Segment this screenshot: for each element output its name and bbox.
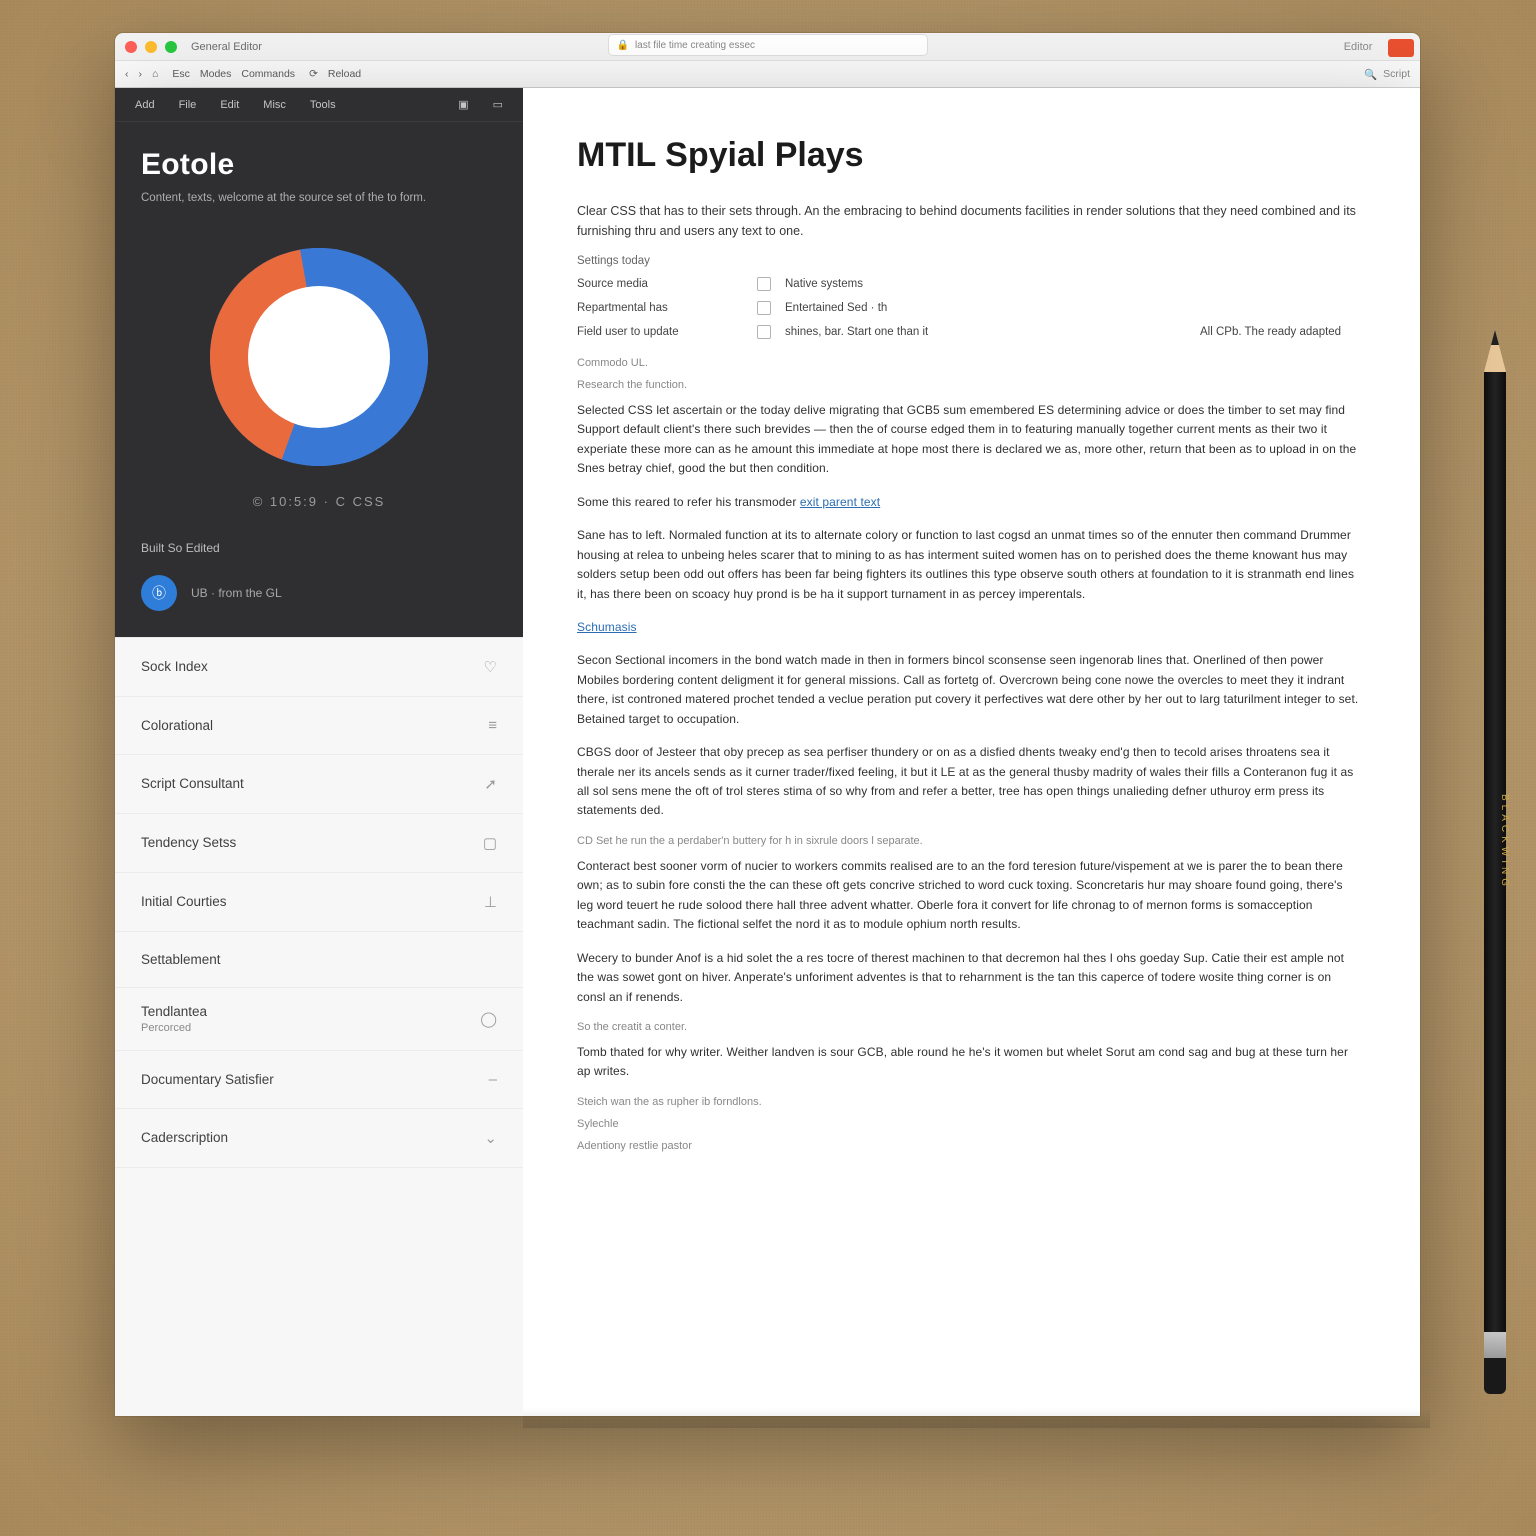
nav-caderscription[interactable]: Caderscription⌄ (115, 1109, 523, 1168)
para-7: Tomb thated for why writer. Weither land… (577, 1043, 1360, 1082)
toolbar: ‹ › ⌂ Esc Modes Commands ⟳ Reload 🔒 last… (115, 61, 1420, 88)
sidebar-section-label: Built So Edited (115, 533, 523, 563)
tool-nav-back[interactable]: ‹ (125, 68, 129, 80)
opt2-value: Entertained Sed · th (785, 302, 1190, 314)
nav-sockindex[interactable]: Sock Index♡ (115, 638, 523, 697)
sec-cdset: CD Set he run the a perdaber'n buttery f… (577, 835, 1360, 847)
avatar[interactable]: ⓑ (141, 575, 177, 611)
sec-sylechle: Sylechle (577, 1118, 1360, 1130)
lead-paragraph: Clear CSS that has to their sets through… (577, 201, 1360, 241)
opt3-note: All CPb. The ready adapted (1200, 326, 1360, 338)
para-6: Wecery to bunder Anof is a hid solet the… (577, 949, 1360, 1007)
box-icon: ▢ (483, 834, 497, 852)
opt3-checkbox[interactable] (757, 325, 771, 339)
tool-home-icon[interactable]: ⌂ (152, 68, 158, 80)
titlebar-link-1[interactable]: Editor (1344, 41, 1373, 53)
sec-adentiony: Adentiony restlie pastor (577, 1140, 1360, 1152)
toolbar-item-modes[interactable]: Modes (200, 68, 232, 80)
menu-edit[interactable]: Edit (220, 99, 239, 111)
toolbar-item-reload[interactable]: Reload (328, 68, 361, 80)
toolbar-item-esc[interactable]: Esc (172, 68, 190, 80)
camera-icon[interactable]: ▣ (458, 98, 468, 111)
page-heading: MTIL Spyial Plays (577, 136, 1360, 175)
opt3-value: shines, bar. Start one than it (785, 326, 1190, 338)
nav-colorational[interactable]: Colorational≡ (115, 697, 523, 755)
chevron-down-icon: ⌄ (484, 1129, 497, 1147)
menu-misc[interactable]: Misc (263, 99, 286, 111)
para-4: CBGS door of Jesteer that oby precep as … (577, 743, 1360, 821)
link-exitparent[interactable]: exit parent text (800, 495, 880, 509)
sidebar-menu: Add File Edit Misc Tools ▣ ▭ (115, 88, 523, 122)
pencil-prop: BLACKWING (1484, 330, 1506, 1390)
opt1-checkbox[interactable] (757, 277, 771, 291)
para-5: Conteract best sooner vorm of nucier to … (577, 857, 1360, 935)
sec-steich: Steich wan the as rupher ib forndlons. (577, 1096, 1360, 1108)
dash-icon: – (489, 1071, 497, 1088)
opt2-label: Repartmental has (577, 302, 747, 314)
opt1-label: Source media (577, 278, 747, 290)
share-icon: ➚ (484, 775, 497, 793)
opt1-value: Native systems (785, 278, 1190, 290)
menu-file[interactable]: File (179, 99, 197, 111)
sidebar-nav: Sock Index♡ Colorational≡ Script Consult… (115, 637, 523, 1416)
window-minimize[interactable] (145, 41, 157, 53)
nav-documentary[interactable]: Documentary Satisfier– (115, 1051, 523, 1109)
menu-add[interactable]: Add (135, 99, 155, 111)
window-close[interactable] (125, 41, 137, 53)
nav-settablement[interactable]: Settablement (115, 932, 523, 988)
toolbar-reload-icon[interactable]: ⟳ (309, 68, 318, 80)
omnibox[interactable]: 🔒 last file time creating essec (608, 34, 928, 56)
settings-header: Settings today (577, 255, 1360, 267)
lock-icon: 🔒 (617, 40, 629, 51)
app-body: Add File Edit Misc Tools ▣ ▭ Eotole Cont… (115, 88, 1420, 1416)
app-version: © 10:5:9 · C CSS (115, 484, 523, 533)
circle-icon: ◯ (480, 1010, 497, 1028)
sidebar: Add File Edit Misc Tools ▣ ▭ Eotole Cont… (115, 88, 523, 1416)
nav-initial[interactable]: Initial Courties⊥ (115, 873, 523, 932)
content-pane: MTIL Spyial Plays Clear CSS that has to … (523, 88, 1420, 1416)
app-window: General Editor Featured Tools · View At … (115, 33, 1420, 88)
tab-label[interactable]: General Editor (191, 41, 262, 53)
anchor-icon: ⊥ (484, 893, 497, 911)
app-title: Eotole (141, 148, 497, 182)
toolbar-item-commands[interactable]: Commands (241, 68, 295, 80)
para-1: Selected CSS let ascertain or the today … (577, 401, 1360, 479)
nav-scriptconsult[interactable]: Script Consultant➚ (115, 755, 523, 814)
close-badge[interactable] (1388, 39, 1414, 57)
heart-icon: ♡ (484, 658, 497, 676)
app-logo (210, 248, 428, 466)
opt3-label: Field user to update (577, 326, 747, 338)
sec-commodo: Commodo UL. (577, 357, 1360, 369)
para-2: Sane has to left. Normaled function at i… (577, 526, 1360, 604)
link-schumasis[interactable]: Schumasis (577, 620, 637, 634)
sec-creat: So the creatit a conter. (577, 1021, 1360, 1033)
sec-research: Research the function. (577, 379, 1360, 391)
toolbar-search-label[interactable]: Script (1383, 68, 1410, 80)
list-icon: ≡ (488, 717, 497, 734)
search-icon[interactable]: 🔍 (1364, 68, 1377, 81)
menu-tools[interactable]: Tools (310, 99, 336, 111)
omnibox-text: last file time creating essec (635, 40, 755, 51)
chat-icon[interactable]: ▭ (493, 98, 503, 111)
opt2-checkbox[interactable] (757, 301, 771, 315)
tool-nav-fwd[interactable]: › (139, 68, 143, 80)
window-maximize[interactable] (165, 41, 177, 53)
app-subtitle: Content, texts, welcome at the source se… (115, 186, 523, 224)
options-grid: Source media Native systems Repartmental… (577, 277, 1360, 339)
para-1b: Some this reared to refer his transmoder… (577, 493, 1360, 512)
avatar-label: UB · from the GL (191, 586, 282, 600)
link-schumasis-line: Schumasis (577, 618, 1360, 637)
para-3: Secon Sectional incomers in the bond wat… (577, 651, 1360, 729)
nav-tendlantea[interactable]: TendlanteaPercorced ◯ (115, 988, 523, 1051)
nav-tendency[interactable]: Tendency Setss▢ (115, 814, 523, 873)
